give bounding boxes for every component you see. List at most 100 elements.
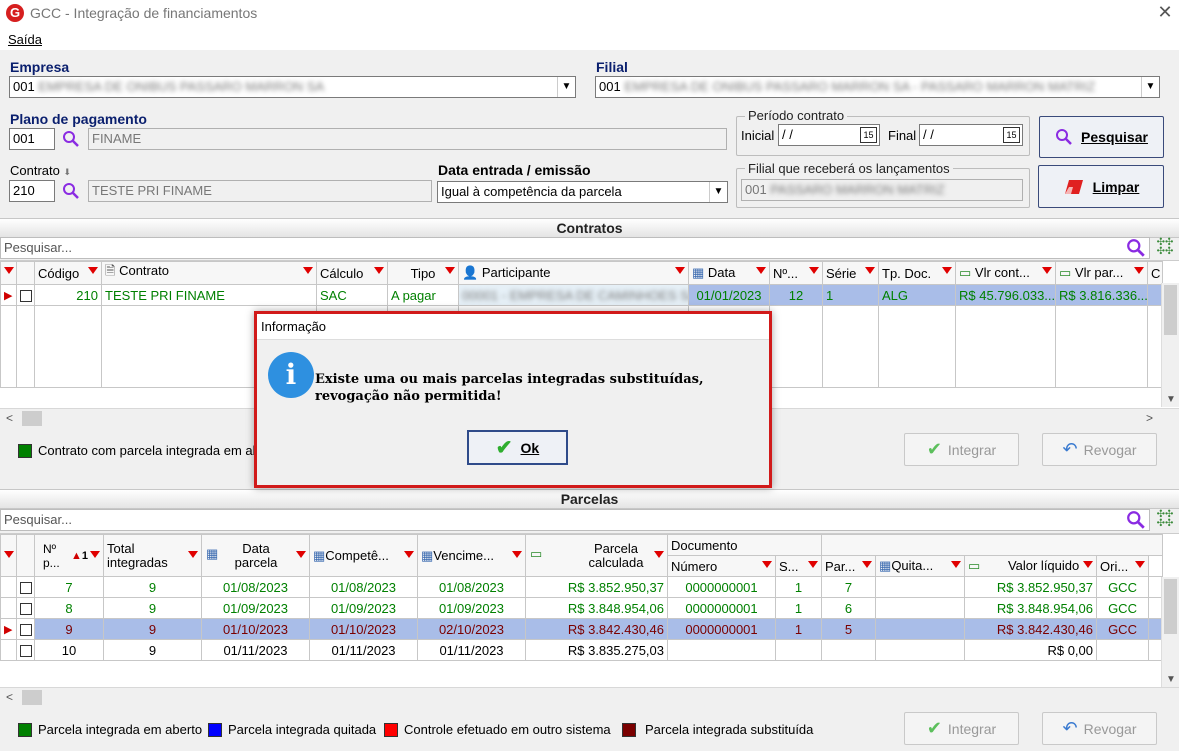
filter-icon[interactable] (675, 267, 685, 274)
row-checkbox[interactable] (16, 639, 35, 661)
contrato-code-input[interactable]: 210 (9, 180, 55, 202)
col-venc[interactable]: ▦Vencime... (417, 534, 526, 577)
col-total[interactable]: Total integradas (103, 534, 202, 577)
expand-grid-icon[interactable]: ✣✣ ✣✣ (1155, 510, 1175, 530)
col-vlrpar[interactable]: ▭ Vlr par... (1055, 261, 1148, 285)
chevron-down-icon[interactable]: ▼ (709, 182, 727, 202)
col-compet[interactable]: ▦Competê... (309, 534, 418, 577)
filter-icon[interactable] (808, 561, 819, 568)
filter-icon[interactable] (865, 267, 875, 274)
filter-icon[interactable] (188, 551, 198, 558)
parcelas-integrar-button[interactable]: ✔ Integrar (904, 712, 1019, 745)
calendar-icon[interactable]: 15 (860, 127, 877, 143)
col-num-label: Nº... (773, 265, 798, 281)
row-checkbox[interactable] (16, 597, 35, 619)
contratos-search-input[interactable]: Pesquisar... (0, 237, 1150, 259)
app-logo-icon: G (6, 4, 24, 22)
search-icon[interactable] (62, 130, 80, 148)
row-pointer-icon: ▶ (0, 618, 17, 640)
filter-icon[interactable] (756, 267, 766, 274)
empresa-select[interactable]: 001 EMPRESA DE ONIBUS PASSARO MARRON SA … (9, 76, 576, 98)
filter-icon[interactable] (1135, 561, 1146, 568)
table-row-selected[interactable]: ▶ 9 9 01/10/2023 01/10/2023 02/10/2023 R… (0, 618, 1164, 640)
parcelas-hscroll[interactable]: < (0, 687, 1179, 707)
filial-name: EMPRESA DE ONIBUS PASSARO MARRON SA - PA… (624, 79, 1096, 94)
col-vlrcont-label: Vlr cont... (974, 265, 1030, 280)
filial-label: Filial (596, 59, 628, 75)
chevron-down-icon[interactable]: ▼ (557, 77, 575, 97)
table-row[interactable]: ▶ 210 TESTE PRI FINAME SAC A pagar 00001… (0, 284, 1163, 306)
col-ori[interactable]: Ori... (1096, 555, 1150, 577)
integrar-label: Integrar (947, 720, 997, 737)
col-num[interactable]: Nº... (769, 261, 823, 285)
col-calc[interactable]: ▭ Parcela calculada (525, 534, 668, 577)
data-entrada-select[interactable]: Igual à competência da parcela ▼ (437, 181, 728, 203)
filial-select[interactable]: 001 EMPRESA DE ONIBUS PASSARO MARRON SA … (595, 76, 1160, 98)
window-title: GCC - Integração de financiamentos (30, 5, 258, 21)
filter-icon[interactable] (90, 551, 100, 558)
col-contrato[interactable]: 🗎 Contrato (101, 261, 317, 285)
table-row[interactable]: 7 9 01/08/2023 01/08/2023 01/08/2023 R$ … (0, 576, 1164, 598)
row-checkbox[interactable] (16, 284, 35, 306)
pesquisar-button[interactable]: Pesquisar (1039, 116, 1164, 158)
search-icon[interactable] (1126, 238, 1146, 258)
col-calculo[interactable]: Cálculo (316, 261, 388, 285)
filter-icon[interactable] (512, 551, 522, 558)
filter-icon[interactable] (942, 267, 952, 274)
filter-icon[interactable] (1042, 267, 1052, 274)
parcelas-search-input[interactable]: Pesquisar... (0, 509, 1150, 531)
plano-code-input[interactable]: 001 (9, 128, 55, 150)
col-vlrcont[interactable]: ▭ Vlr cont... (955, 261, 1056, 285)
limpar-button[interactable]: Limpar (1038, 165, 1164, 208)
col-extra[interactable]: C (1147, 261, 1163, 285)
contratos-revogar-button[interactable]: ↶ Revogar (1042, 433, 1157, 466)
col-participante[interactable]: 👤 Participante (458, 261, 689, 285)
col-data[interactable]: ▦ Data (688, 261, 770, 285)
filter-icon[interactable] (762, 561, 772, 568)
col-tpdoc[interactable]: Tp. Doc. (878, 261, 956, 285)
contratos-vscroll[interactable]: ▼ (1161, 283, 1179, 407)
filter-icon[interactable] (1134, 267, 1144, 274)
col-par[interactable]: Par... (821, 555, 877, 577)
filter-icon[interactable] (1083, 561, 1094, 568)
contratos-integrar-button[interactable]: ✔ Integrar (904, 433, 1019, 466)
cell-numero: 0000000001 (667, 576, 776, 598)
search-icon[interactable] (62, 182, 80, 200)
col-valor[interactable]: ▭ Valor líquido (964, 555, 1098, 577)
col-np[interactable]: Nº p... ▲1 (34, 534, 104, 577)
sort-asc-icon[interactable]: ▲1 (71, 549, 88, 563)
menu-saida[interactable]: Saída (8, 32, 42, 47)
filter-icon[interactable] (296, 551, 306, 558)
filter-icon[interactable] (303, 267, 313, 274)
col-numero[interactable]: Número (667, 555, 776, 577)
filter-icon[interactable] (809, 267, 819, 274)
filter-icon[interactable] (654, 551, 664, 558)
col-data[interactable]: ▦ Data parcela (201, 534, 310, 577)
col-quita[interactable]: ▦Quita... (875, 555, 966, 577)
filter-icon[interactable] (374, 267, 384, 274)
table-row[interactable]: 10 9 01/11/2023 01/11/2023 01/11/2023 R$… (0, 639, 1164, 661)
expand-grid-icon[interactable]: ✣✣ ✣✣ (1155, 238, 1175, 258)
parcelas-vscroll[interactable]: ▼ (1161, 577, 1179, 687)
filter-icon[interactable] (445, 267, 455, 274)
sort-order: 1 (81, 550, 89, 562)
calendar-icon[interactable]: 15 (1003, 127, 1020, 143)
chevron-down-icon[interactable]: ▼ (1141, 77, 1159, 97)
row-pointer (0, 597, 17, 619)
ok-button[interactable]: ✔ Ok (467, 430, 568, 465)
col-serie[interactable]: Série (822, 261, 879, 285)
col-tipo[interactable]: Tipo (387, 261, 459, 285)
close-icon[interactable]: ✕ (1154, 2, 1176, 23)
parcelas-revogar-button[interactable]: ↶ Revogar (1042, 712, 1157, 745)
row-checkbox[interactable] (16, 576, 35, 598)
col-codigo[interactable]: Código (34, 261, 102, 285)
filter-icon[interactable] (951, 561, 962, 568)
filter-icon[interactable] (404, 551, 414, 558)
search-icon[interactable] (1126, 510, 1146, 530)
table-row[interactable]: 8 9 01/09/2023 01/09/2023 01/09/2023 R$ … (0, 597, 1164, 619)
col-s[interactable]: S... (774, 555, 823, 577)
cell-compet: 01/08/2023 (309, 576, 418, 598)
filter-icon[interactable] (862, 561, 873, 568)
row-checkbox[interactable] (16, 618, 35, 640)
filter-icon[interactable] (88, 267, 98, 274)
